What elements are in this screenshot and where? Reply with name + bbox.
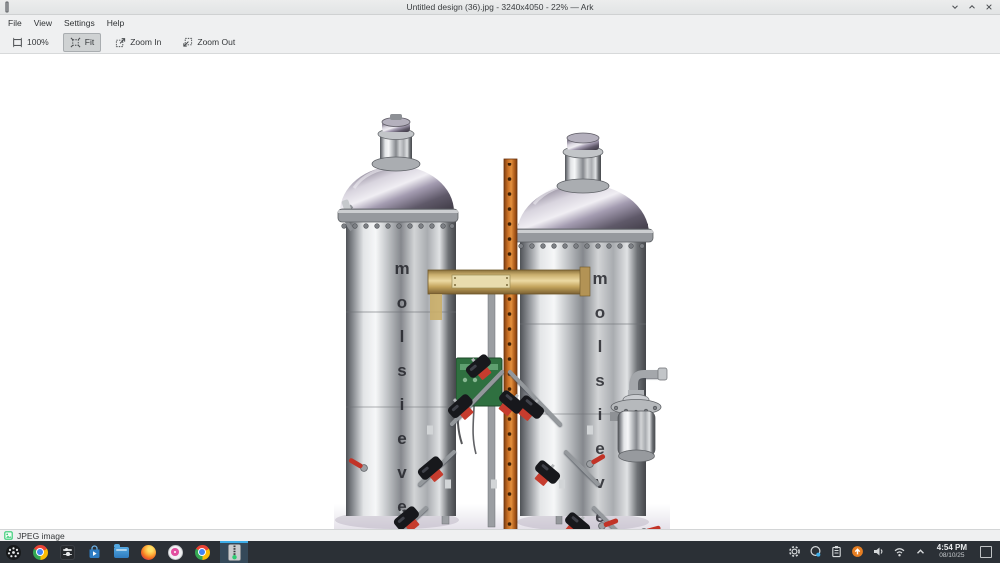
tray-volume-icon[interactable] (872, 545, 886, 559)
clock-widget[interactable]: 4:54 PM 08/10/25 (937, 543, 967, 559)
statusbar: JPEG image (0, 529, 1000, 541)
image-mime-icon (4, 531, 13, 540)
zoom-out-button[interactable]: Zoom Out (175, 33, 242, 52)
app-launcher-button[interactable] (4, 543, 22, 561)
chrome-icon (32, 544, 48, 560)
zoom-fit-button[interactable]: Fit (62, 32, 102, 52)
toolbar: 100% Fit Zoom In Zoom Out (0, 31, 1000, 54)
titlebar: Untitled design (36).jpg - 3240x4050 - 2… (0, 0, 1000, 15)
close-button[interactable] (982, 1, 995, 13)
discover-bag-icon (89, 544, 99, 558)
ark-archive-icon (227, 543, 241, 561)
tray-expand-caret-icon[interactable] (914, 545, 928, 559)
tray-settings-gear-icon[interactable] (788, 545, 802, 559)
menu-settings[interactable]: Settings (58, 16, 101, 30)
photo-mol-sieve-skid: molsieve molsieve (334, 114, 670, 529)
taskbar: 4:54 PM 08/10/25 (0, 541, 1000, 563)
system-settings-launcher[interactable] (58, 543, 76, 561)
maximize-button[interactable] (965, 1, 978, 13)
folder-icon (113, 544, 129, 558)
window-title: Untitled design (36).jpg - 3240x4050 - 2… (406, 2, 594, 12)
tray-updates-icon[interactable] (851, 545, 865, 559)
tray-status-circle-icon[interactable] (809, 545, 823, 559)
ark-active-task[interactable] (220, 541, 248, 563)
zoom-fit-icon (70, 37, 81, 48)
media-app-launcher[interactable] (166, 543, 184, 561)
beam-label-plate (451, 274, 511, 289)
minimize-button[interactable] (948, 1, 961, 13)
firefox-launcher[interactable] (139, 543, 157, 561)
orange-strut (503, 158, 518, 529)
tray-wifi-icon[interactable] (893, 545, 907, 559)
show-desktop-button[interactable] (980, 545, 992, 558)
chrome-launcher[interactable] (31, 543, 49, 561)
menu-help[interactable]: Help (101, 16, 130, 30)
file-type-label: JPEG image (17, 530, 65, 541)
menu-file[interactable]: File (2, 16, 28, 30)
menu-view[interactable]: View (28, 16, 58, 30)
system-tray: 4:54 PM 08/10/25 (788, 543, 1000, 559)
sliders-icon (59, 544, 75, 560)
zoom-in-button[interactable]: Zoom In (108, 33, 168, 52)
media-app-icon (167, 544, 183, 560)
zoom-original-icon (12, 37, 23, 48)
chrome-icon (194, 544, 210, 560)
tray-clipboard-icon[interactable] (830, 545, 844, 559)
file-manager-launcher[interactable] (112, 543, 130, 561)
firefox-icon (140, 544, 156, 560)
zoom-out-icon (182, 37, 193, 48)
clock-date: 08/10/25 (939, 551, 965, 559)
image-viewport: molsieve molsieve (0, 54, 1000, 529)
discover-launcher[interactable] (85, 543, 103, 561)
menubar: File View Settings Help (0, 15, 1000, 31)
app-launcher-icon (5, 544, 21, 560)
chrome-profile-launcher[interactable] (193, 543, 211, 561)
zoom-in-icon (115, 37, 126, 48)
zoom-original-button[interactable]: 100% (5, 33, 56, 52)
